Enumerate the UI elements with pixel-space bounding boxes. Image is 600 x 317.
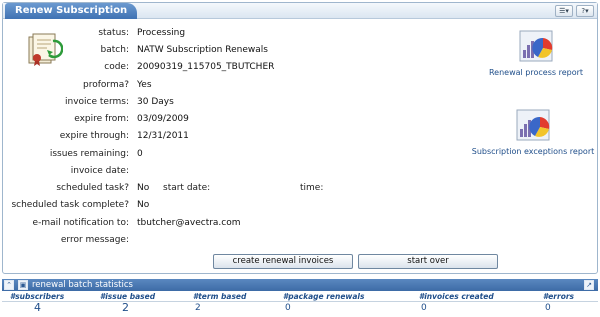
- stats-title: renewal batch statistics: [32, 280, 133, 290]
- panel-title: Renew Subscription: [5, 3, 138, 19]
- renewal-process-report-link[interactable]: Renewal process report: [481, 30, 591, 77]
- window-icon[interactable]: ▣: [18, 280, 28, 290]
- code-value: 20090319_115705_TBUTCHER: [137, 62, 275, 72]
- invoices-created-header: #invoices created: [419, 292, 494, 301]
- subscription-exceptions-report-label[interactable]: Subscription exceptions report: [472, 147, 595, 156]
- invoices-created-value: 0: [421, 303, 427, 313]
- time-label: time:: [300, 183, 324, 193]
- errors-header: #errors: [543, 292, 575, 301]
- renewal-process-report-label[interactable]: Renewal process report: [489, 68, 583, 77]
- issues-remaining-label: issues remaining:: [49, 149, 129, 159]
- report-chart-icon: [516, 109, 550, 141]
- term-based-value: 2: [195, 303, 201, 313]
- subscribers-value: 4: [34, 301, 41, 314]
- batch-value: NATW Subscription Renewals: [137, 45, 268, 55]
- stats-head: #subscribers #issue based #term based #p…: [2, 292, 598, 302]
- errors-value: 0: [545, 303, 551, 313]
- start-date-label: start date:: [163, 183, 211, 193]
- panel-header: Renew Subscription ☰▾ ?▾: [3, 3, 597, 19]
- issue-based-value: 2: [122, 301, 129, 314]
- package-renewals-header: #package renewals: [283, 292, 365, 301]
- email-notification-value: tbutcher@avectra.com: [137, 218, 241, 228]
- subscription-exceptions-report-link[interactable]: Subscription exceptions report: [469, 109, 597, 156]
- scheduled-task-complete-value: No: [137, 200, 150, 210]
- code-label: code:: [104, 62, 129, 72]
- collapse-icon[interactable]: ⌃: [4, 280, 14, 290]
- expire-from-value: 03/09/2009: [137, 114, 189, 124]
- create-renewal-invoices-button[interactable]: create renewal invoices: [213, 254, 353, 269]
- invoice-terms-label: invoice terms:: [65, 97, 129, 107]
- proforma-label: proforma?: [83, 80, 129, 90]
- error-message-label: error message:: [60, 235, 129, 245]
- scheduled-task-value: No: [137, 183, 150, 193]
- scheduled-task-label: scheduled task?: [56, 183, 129, 193]
- help-menu-icon[interactable]: ?▾: [576, 5, 594, 17]
- report-chart-icon: [519, 30, 553, 62]
- package-renewals-value: 0: [285, 303, 291, 313]
- stats-header: ⌃ ▣ renewal batch statistics ↗: [2, 279, 598, 291]
- email-notification-label: e-mail notification to:: [32, 218, 129, 228]
- start-over-button[interactable]: start over: [358, 254, 498, 269]
- term-based-header: #term based: [193, 292, 247, 301]
- invoice-date-label: invoice date:: [70, 166, 129, 176]
- expire-through-value: 12/31/2011: [137, 131, 189, 141]
- scheduled-task-complete-label: scheduled task complete?: [11, 200, 129, 210]
- proforma-value: Yes: [137, 80, 152, 90]
- stats-table: #subscribers #issue based #term based #p…: [2, 292, 598, 315]
- invoice-terms-value: 30 Days: [137, 97, 174, 107]
- status-label: status:: [98, 28, 129, 38]
- options-menu-icon[interactable]: ☰▾: [555, 5, 573, 17]
- status-value: Processing: [137, 28, 186, 38]
- issues-remaining-value: 0: [137, 149, 143, 159]
- expire-from-label: expire from:: [74, 114, 129, 124]
- batch-label: batch:: [100, 45, 129, 55]
- renew-subscription-panel: Renew Subscription ☰▾ ?▾ status: Process…: [2, 2, 598, 274]
- expire-through-label: expire through:: [59, 131, 129, 141]
- expand-icon[interactable]: ↗: [584, 280, 594, 290]
